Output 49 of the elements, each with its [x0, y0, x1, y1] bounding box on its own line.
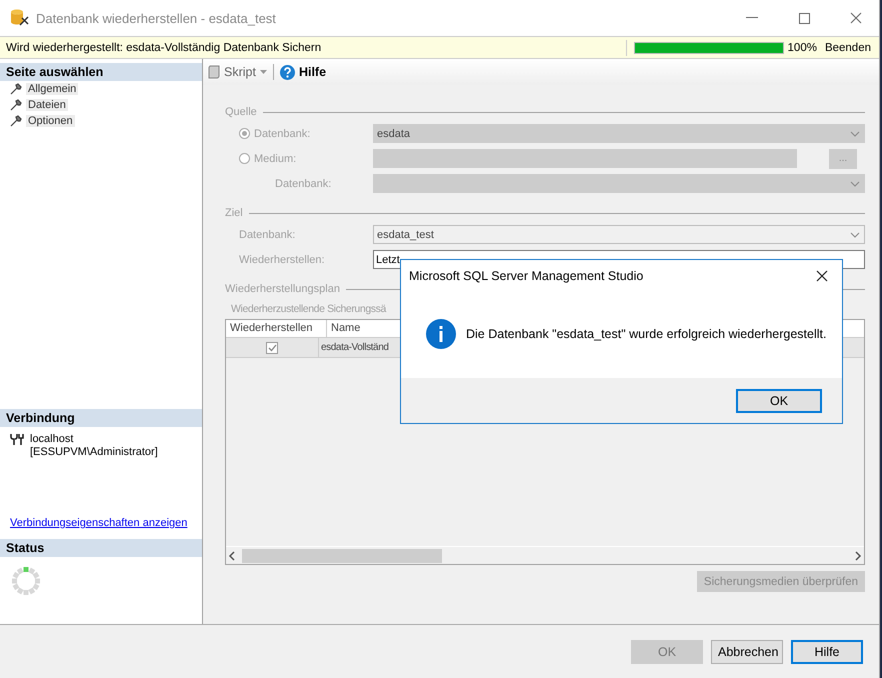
- dialog-button[interactable]: Abbrechen: [711, 640, 783, 664]
- field-label: Datenbank:: [239, 228, 296, 240]
- database-icon: [10, 9, 30, 27]
- dialog-button[interactable]: Hilfe: [791, 640, 863, 664]
- script-dropdown[interactable]: Skript: [208, 65, 267, 79]
- message-text: Die Datenbank "esdata_test" wurde erfolgreich wiederhergestellt.: [466, 327, 826, 341]
- info-icon: [426, 319, 456, 349]
- window-title: Datenbank wiederherstellen - esdata_test: [36, 10, 277, 26]
- group-title: Ziel: [225, 207, 243, 219]
- chevron-icon: [850, 232, 860, 238]
- field-label: Medium:: [254, 152, 296, 164]
- loading-spinner-icon: [10, 565, 42, 597]
- group-title: Wiederherstellungsplan: [225, 283, 340, 295]
- progress-percent: 100%: [788, 42, 817, 54]
- horizontal-scrollbar[interactable]: [226, 546, 864, 564]
- plug-icon: [10, 433, 24, 445]
- message-box-title: Microsoft SQL Server Management Studio: [409, 269, 644, 283]
- close-icon[interactable]: [816, 270, 828, 282]
- connection-info: localhost [ESSUPVM\Administrator]: [30, 433, 158, 459]
- wrench-icon: [10, 99, 22, 111]
- table-cell-text: esdata-Vollständ: [320, 341, 390, 355]
- wrench-icon: [10, 115, 22, 127]
- connection-properties-link[interactable]: Verbindungseigenschaften anzeigen: [0, 517, 202, 535]
- caret-icon: [260, 70, 267, 74]
- group-title: Quelle: [225, 106, 257, 118]
- wrench-icon: [10, 83, 22, 95]
- checkbox[interactable]: [266, 342, 278, 354]
- section-header: Seite auswählen: [0, 63, 202, 81]
- page-item[interactable]: Optionen: [26, 115, 75, 127]
- section-header: Status: [0, 539, 202, 557]
- chevron-icon: [850, 130, 860, 136]
- field-label: Datenbank:: [275, 178, 332, 190]
- maximize-icon[interactable]: [798, 12, 810, 24]
- field-label: Datenbank:: [254, 128, 310, 140]
- ok-button[interactable]: OK: [736, 388, 822, 412]
- column-header[interactable]: Wiederherstellen: [226, 320, 327, 337]
- grid-caption: Wiederherzustellende Sicherungssä: [231, 303, 386, 315]
- page-item[interactable]: Dateien: [26, 99, 68, 111]
- script-icon: [208, 65, 220, 79]
- progress-message: Wird wiederhergestellt: esdata-Vollständig Datenbank Sichern: [6, 42, 322, 54]
- progress-status: Beenden: [824, 42, 871, 54]
- chevron-icon: [850, 180, 860, 186]
- database-dropdown[interactable]: esdata_test: [373, 225, 865, 244]
- help-button[interactable]: Hilfe: [280, 64, 326, 80]
- field-label: Wiederherstellen:: [239, 254, 325, 266]
- help-icon: [280, 64, 295, 80]
- minimize-icon[interactable]: [746, 17, 758, 19]
- page-item[interactable]: Allgemein: [26, 83, 78, 95]
- section-header: Verbindung: [0, 409, 202, 427]
